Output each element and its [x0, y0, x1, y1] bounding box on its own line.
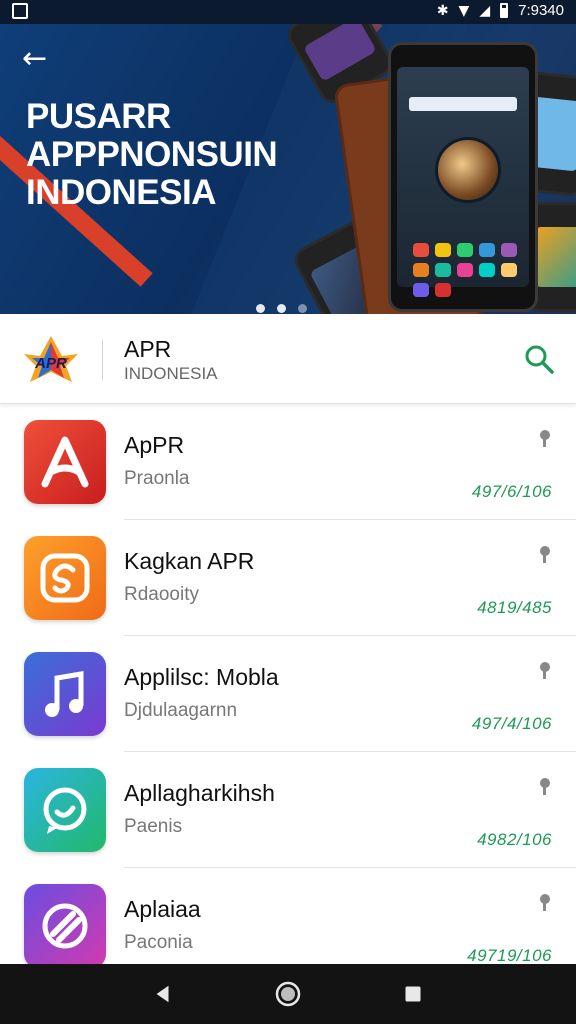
hero-title-line: PUSARR: [26, 97, 171, 136]
carousel-dot-active[interactable]: [256, 304, 265, 313]
home-icon[interactable]: [268, 974, 308, 1014]
status-time: 7:9340: [518, 2, 564, 19]
app-list-item[interactable]: Apllagharkihsh Paenis 4982/106: [0, 752, 576, 868]
carousel-dot[interactable]: [277, 304, 286, 313]
apr-logo-text: APR: [34, 355, 67, 372]
app-subtitle: Paconia: [124, 932, 193, 953]
pin-icon[interactable]: [538, 546, 552, 568]
hero-title: PUSARR APPPNONSUIN INDONESIA: [26, 98, 346, 212]
image-icon: [12, 3, 28, 19]
app-subtitle: Praonla: [124, 468, 190, 489]
pin-icon[interactable]: [538, 778, 552, 800]
back-icon[interactable]: [143, 974, 183, 1014]
app-size: 4982/106: [477, 830, 552, 849]
app-subtitle: Rdaooity: [124, 584, 199, 605]
swirl-icon[interactable]: [24, 536, 106, 620]
brand-divider: [102, 340, 103, 380]
app-name: Apllagharkihsh: [124, 780, 275, 806]
app-size: 497/6/106: [471, 482, 552, 501]
music-note-icon[interactable]: [24, 652, 106, 736]
carousel-indicator[interactable]: [256, 304, 307, 313]
phone-illustration-main: [388, 42, 538, 312]
pin-icon[interactable]: [538, 430, 552, 452]
hero-banner[interactable]: ← PUSARR APPPNONSUIN INDONESIA: [0, 24, 576, 314]
app-size: 49719/106: [467, 946, 552, 965]
apr-logo: APR: [24, 336, 78, 382]
wifi-icon: ▼: [458, 2, 470, 19]
app-name: Applilsc: Mobla: [124, 664, 279, 690]
app-list-item[interactable]: ApPR Praonla 497/6/106: [0, 404, 576, 520]
signal-icon: ◢: [479, 2, 491, 19]
bluetooth-icon: ✱: [436, 2, 449, 19]
link-icon[interactable]: [24, 884, 106, 968]
app-subtitle: Djdulaagarnn: [124, 700, 238, 721]
navigation-bar: [0, 964, 576, 1024]
brand-header: APR APR INDONESIA: [0, 314, 576, 404]
app-list-item[interactable]: Kagkan APR Rdaooity 4819/485: [0, 520, 576, 636]
hero-title-line: INDONESIA: [26, 173, 216, 212]
app-list-item[interactable]: Applilsc: Mobla Djdulaagarnn 497/4/106: [0, 636, 576, 752]
app-name: Kagkan APR: [124, 548, 255, 574]
brand-subtitle: INDONESIA: [124, 364, 218, 383]
app-name: Aplaiaa: [124, 896, 201, 922]
status-bar: ✱ ▼ ◢ 7:9340: [0, 0, 576, 24]
pin-icon[interactable]: [538, 662, 552, 684]
arrow-left-icon[interactable]: ←: [22, 44, 56, 78]
app-subtitle: Paenis: [124, 816, 183, 837]
hero-title-line: APPPNONSUIN: [26, 135, 278, 174]
pin-icon[interactable]: [538, 894, 552, 916]
search-icon[interactable]: [522, 342, 556, 376]
letter-a-icon[interactable]: [24, 420, 106, 504]
app-name: ApPR: [124, 432, 185, 458]
brand-name: APR: [124, 336, 172, 362]
recents-icon[interactable]: [393, 974, 433, 1014]
app-size: 497/4/106: [471, 714, 552, 733]
battery-icon: [500, 3, 509, 18]
app-list: ApPR Praonla 497/6/106 Kagkan APR Rdaooi…: [0, 404, 576, 984]
chat-bubble-icon[interactable]: [24, 768, 106, 852]
carousel-dot[interactable]: [298, 304, 307, 313]
status-icons: ✱ ▼ ◢ 7:9340: [437, 2, 564, 19]
app-size: 4819/485: [477, 598, 552, 617]
